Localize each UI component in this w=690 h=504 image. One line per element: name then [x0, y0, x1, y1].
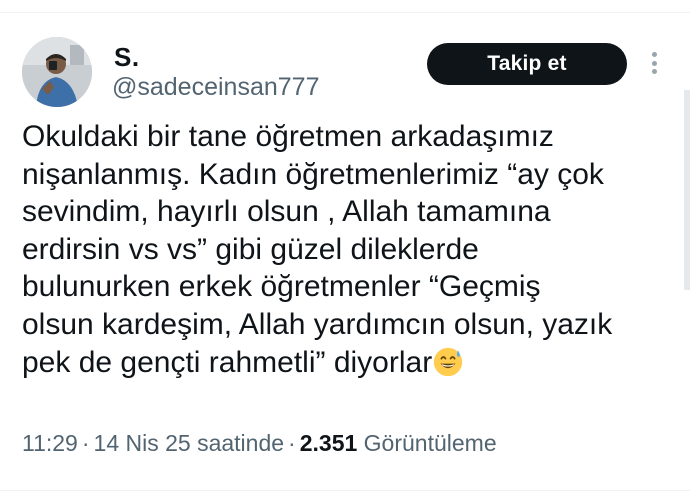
- vertical-ellipsis-icon: [651, 60, 657, 66]
- avatar-photo: [22, 37, 92, 107]
- avatar[interactable]: [22, 37, 92, 107]
- more-options-button[interactable]: [644, 48, 664, 78]
- tweet-text: Okuldaki bir tane öğretmen arkadaşımız n…: [22, 118, 682, 381]
- follow-button[interactable]: Takip et: [427, 43, 627, 85]
- views-count: 2.351: [299, 430, 358, 456]
- bottom-divider: [0, 490, 690, 491]
- tweet-detail-view: S. @sadeceinsan777 Takip et Okuldaki bir…: [0, 0, 690, 504]
- author-display-name[interactable]: S.: [114, 42, 140, 72]
- tweet-date[interactable]: 14 Nis 25 saatinde: [94, 430, 285, 456]
- tweet-text-line: bulunurken erkek öğretmenler “Geçmiş: [22, 270, 541, 304]
- tweet-text-line: Okuldaki bir tane öğretmen arkadaşımız: [22, 120, 554, 153]
- vertical-ellipsis-icon: [651, 52, 657, 57]
- top-divider: [0, 12, 690, 13]
- meta-separator: ·: [81, 430, 90, 456]
- tweet-text-line: nişanlanmış. Kadın öğretmenlerimiz “ay ç…: [22, 157, 604, 191]
- tweet-text-line: erdirsin vs vs” gibi güzel dileklerde: [22, 232, 479, 266]
- scrollbar[interactable]: [684, 90, 690, 290]
- tweet-text-line: sevindim, hayırlı olsun , Allah tamamına: [22, 195, 551, 229]
- tweet-meta: 11:29 · 14 Nis 25 saatinde · 2.351 Görüntüle…: [22, 428, 497, 458]
- meta-separator: ·: [288, 430, 296, 456]
- tweet-text-line: pek de gençti rahmetli” diyorlar: [22, 345, 433, 379]
- vertical-ellipsis-icon: [651, 69, 657, 74]
- author-handle[interactable]: @sadeceinsan777: [112, 72, 319, 102]
- tweet-text-line: olsun kardeşim, Allah yardımcın olsun, y…: [22, 307, 613, 341]
- tweet-text-line-last: pek de gençti rahmetli” diyorlar: [22, 344, 682, 382]
- views-label: Görüntüleme: [363, 430, 497, 456]
- tweet-time[interactable]: 11:29: [22, 430, 78, 456]
- grinning-face-with-sweat-emoji-icon: [434, 347, 463, 376]
